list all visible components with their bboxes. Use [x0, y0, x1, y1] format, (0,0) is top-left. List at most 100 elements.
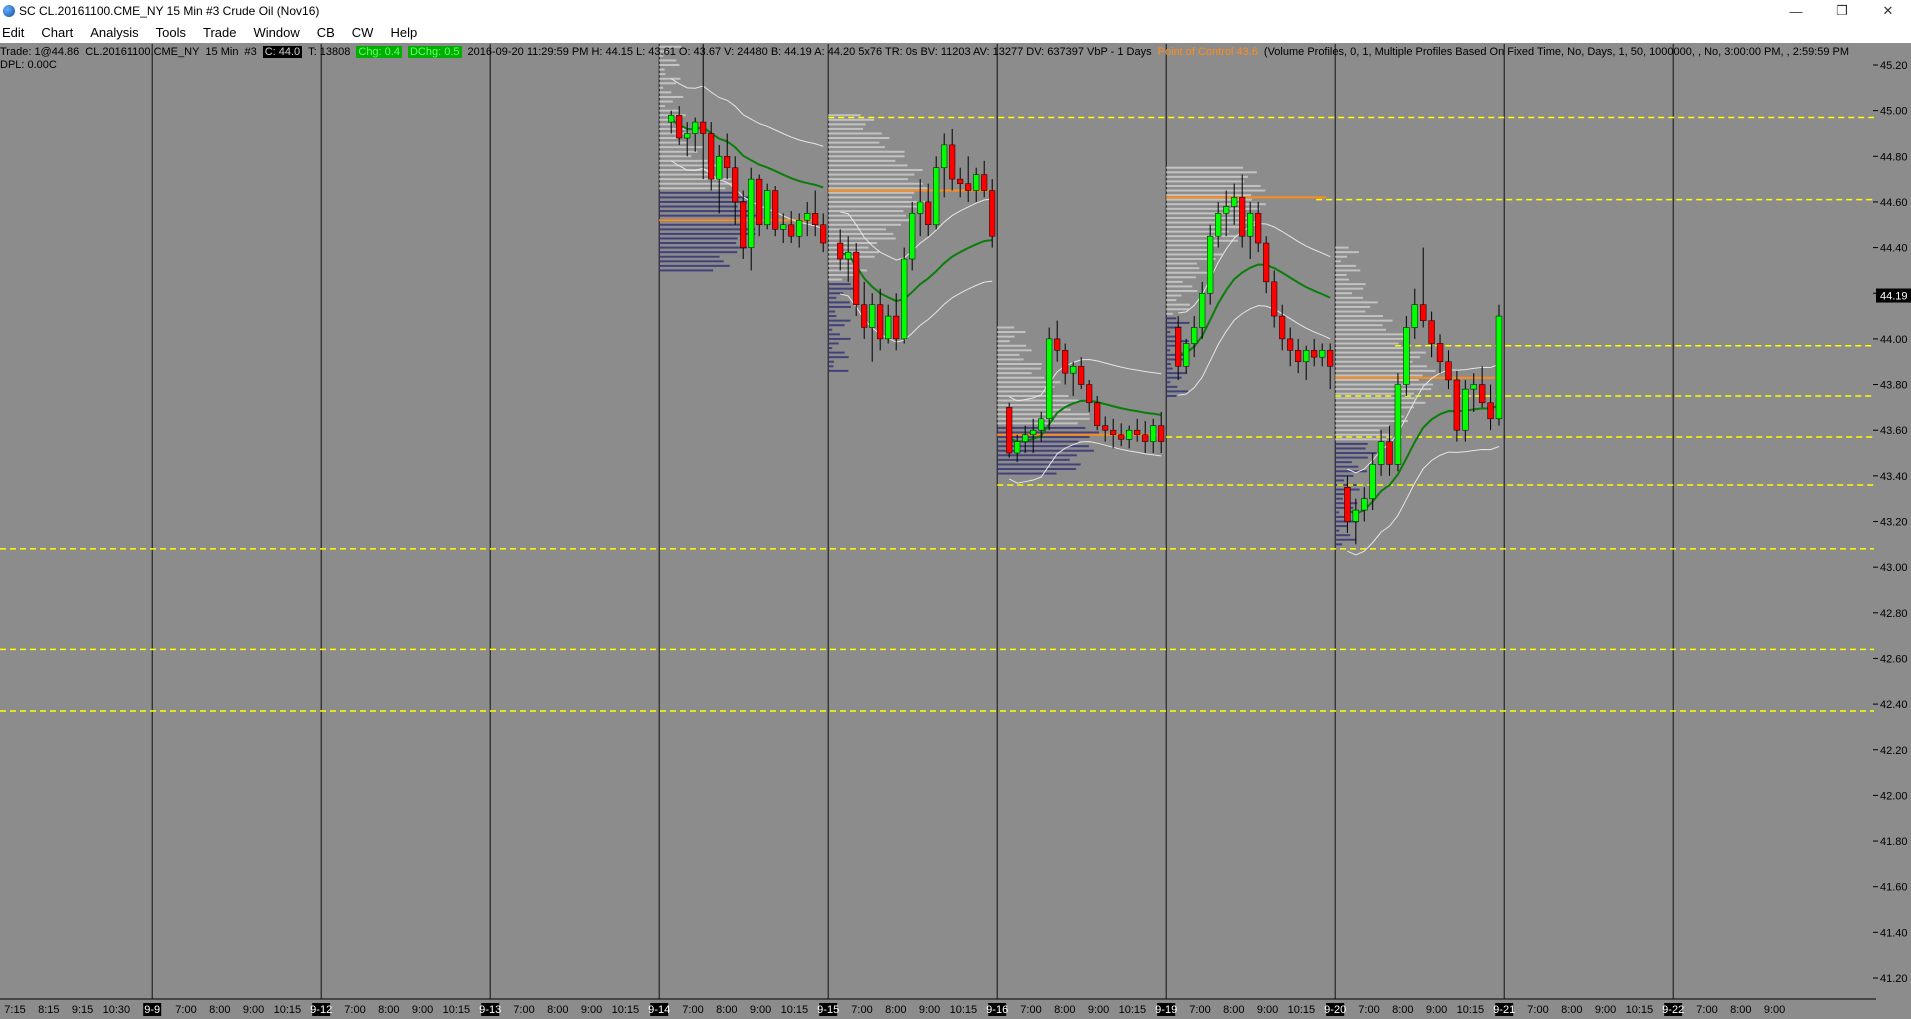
menu-edit[interactable]: Edit — [0, 25, 32, 40]
price-axis-bg — [1876, 44, 1911, 1019]
profile-bar — [659, 59, 677, 62]
profile-bar — [1335, 392, 1415, 395]
profile-bar — [1166, 367, 1173, 370]
profile-bar — [659, 155, 692, 158]
y-tick-label: 44.80 — [1880, 151, 1908, 163]
candle-body — [885, 315, 892, 340]
time-tick-label: 10:15 — [1288, 1004, 1316, 1016]
candle-body — [820, 224, 827, 244]
time-tick-label: 10:15 — [612, 1004, 640, 1016]
restore-button[interactable]: ❐ — [1819, 0, 1865, 22]
profile-bar — [828, 301, 850, 304]
trade-text: Trade: 1@44.86 — [0, 45, 80, 58]
menu-window[interactable]: Window — [244, 25, 307, 40]
profile-bar — [1335, 273, 1347, 276]
time-tick-label: 7:00 — [513, 1004, 534, 1016]
profile-bar — [1166, 312, 1173, 315]
profile-bar — [1166, 171, 1257, 174]
candle-body — [845, 251, 852, 260]
profile-bar — [1335, 328, 1387, 331]
profile-bar — [997, 472, 1057, 475]
profile-bar — [997, 376, 1045, 379]
profile-bar — [997, 399, 1079, 402]
profile-bar — [1166, 331, 1171, 334]
menu-cb[interactable]: CB — [308, 25, 343, 40]
profile-bar — [659, 251, 738, 254]
profile-bar — [828, 123, 866, 126]
menu-tools[interactable]: Tools — [147, 25, 194, 40]
menu-cw[interactable]: CW — [343, 25, 382, 40]
candle-body — [1279, 315, 1286, 340]
date-tick-label: 9-19 — [1155, 1004, 1177, 1016]
menu-help[interactable]: Help — [381, 25, 425, 40]
profile-bar — [659, 150, 698, 153]
profile-bar — [828, 214, 907, 217]
time-tick-label: 9:00 — [243, 1004, 264, 1016]
profile-bar — [659, 246, 747, 249]
profile-bar — [1335, 415, 1404, 418]
profile-bar — [1335, 401, 1426, 404]
profile-bar — [659, 159, 708, 162]
time-tick-label: 10:15 — [781, 1004, 809, 1016]
candle-body — [1445, 361, 1452, 381]
y-tick-label: 42.80 — [1880, 608, 1908, 620]
close-button[interactable]: ✕ — [1865, 0, 1911, 22]
candle-body — [981, 174, 988, 191]
candle-body — [1487, 402, 1494, 420]
profile-bar — [1335, 424, 1391, 427]
profile-bar — [997, 458, 1070, 461]
menu-trade[interactable]: Trade — [194, 25, 244, 40]
candle-body — [901, 258, 908, 340]
profile-bar — [828, 205, 921, 208]
candle-body — [1495, 315, 1503, 420]
candle-body — [1070, 366, 1077, 374]
profile-bar — [659, 146, 704, 149]
profile-bar — [828, 178, 909, 181]
candle-body — [1022, 434, 1029, 442]
date-tick-label: 9-13 — [479, 1004, 501, 1016]
candle-body — [1470, 384, 1477, 390]
candle-body — [812, 213, 819, 226]
y-tick-label: 41.60 — [1880, 882, 1908, 894]
profile-bar — [1335, 324, 1383, 327]
menu-analysis[interactable]: Analysis — [81, 25, 146, 40]
candle-body — [708, 133, 715, 180]
profile-bar — [659, 91, 672, 94]
minimize-button[interactable]: — — [1773, 0, 1819, 22]
profile-bar — [1335, 525, 1348, 528]
time-tick-label: 7:00 — [344, 1004, 365, 1016]
profile-bar — [659, 182, 736, 185]
y-tick-label: 44.00 — [1880, 334, 1908, 346]
date-tick-label: 9-9 — [144, 1004, 160, 1016]
candle-body — [1420, 304, 1427, 321]
profile-bar — [828, 296, 837, 299]
candle-body — [732, 167, 739, 203]
profile-bar — [1335, 383, 1434, 386]
window-controls: — ❐ ✕ — [1773, 0, 1911, 22]
candle-body — [917, 201, 924, 214]
time-tick-label: 10:15 — [443, 1004, 471, 1016]
ticks-text: T: 13808 — [308, 45, 351, 58]
y-tick-label: 42.00 — [1880, 790, 1908, 802]
price-chart[interactable]: 45.2045.0044.8044.6044.4044.2044.0043.80… — [0, 44, 1911, 1019]
profile-bar — [1335, 301, 1378, 304]
profile-bar — [1166, 175, 1248, 178]
profile-bar — [828, 132, 882, 135]
time-tick-label: 9:15 — [72, 1004, 93, 1016]
profile-bar — [1335, 529, 1340, 532]
candle-body — [1377, 441, 1385, 465]
menu-chart[interactable]: Chart — [32, 25, 81, 40]
profile-bar — [828, 196, 913, 199]
candle-body — [909, 213, 916, 260]
profile-bar — [1166, 207, 1260, 210]
profile-bar — [828, 141, 880, 144]
candle-body — [756, 178, 763, 226]
profile-bar — [1166, 344, 1176, 347]
profile-bar — [997, 353, 1020, 356]
candle-body — [1295, 350, 1302, 362]
candle-body — [764, 190, 771, 226]
candle-body — [796, 219, 803, 237]
profile-bar — [828, 168, 923, 171]
profile-bar — [659, 191, 734, 194]
profile-bar — [1335, 315, 1383, 318]
